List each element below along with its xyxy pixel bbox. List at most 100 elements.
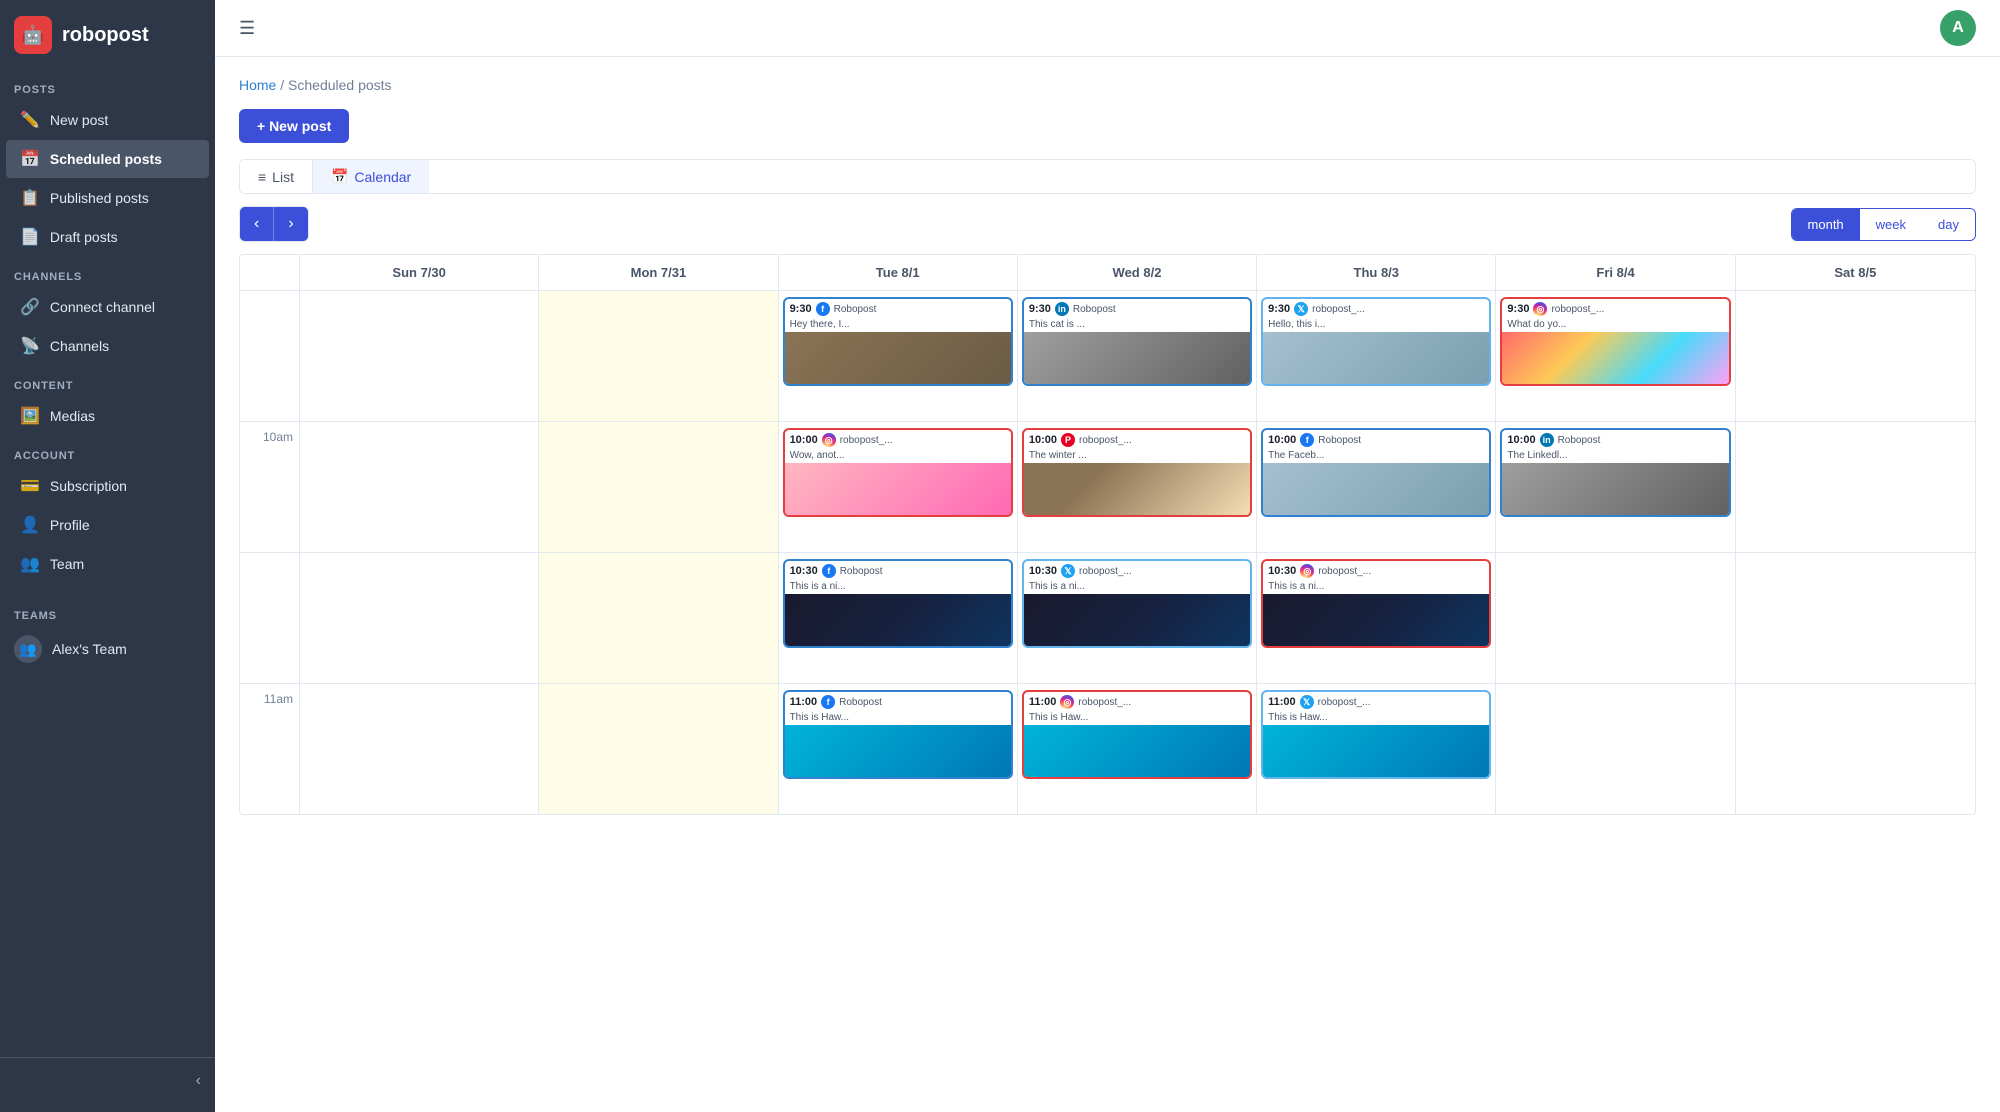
post-time: 10:00 <box>1507 434 1535 446</box>
sidebar: 🤖 robopost POSTS ✏️ New post 📅 Scheduled… <box>0 0 215 1112</box>
post-card[interactable]: 10:30 f Robopost This is a ni... <box>783 559 1013 648</box>
sidebar-item-draft-posts[interactable]: 📄 Draft posts <box>6 218 209 256</box>
calendar-grid: Sun 7/30 Mon 7/31 Tue 8/1 Wed 8/2 Thu 8/… <box>239 254 1976 815</box>
logo-text: robopost <box>62 24 149 47</box>
sidebar-item-team[interactable]: 👥 Team <box>6 545 209 583</box>
main-content: ☰ A Home / Scheduled posts + New post ≡ … <box>215 0 2000 1112</box>
breadcrumb-home[interactable]: Home <box>239 77 276 93</box>
week-view-button[interactable]: week <box>1860 209 1922 240</box>
post-card[interactable]: 9:30 f Robopost Hey there, I... <box>783 297 1013 386</box>
next-button[interactable]: › <box>274 207 307 241</box>
facebook-icon: f <box>821 695 835 709</box>
tue-930-cell: 9:30 f Robopost Hey there, I... <box>779 291 1018 421</box>
sidebar-item-subscription[interactable]: 💳 Subscription <box>6 467 209 505</box>
thu-930-cell: 9:30 𝕏 robopost_... Hello, this i... <box>1257 291 1496 421</box>
post-image <box>1263 463 1489 515</box>
post-header: 10:00 ◎ robopost_... <box>785 430 1011 450</box>
hamburger-icon[interactable]: ☰ <box>239 18 255 39</box>
prev-button[interactable]: ‹ <box>240 207 274 241</box>
post-card[interactable]: 11:00 f Robopost This is Haw... <box>783 690 1013 779</box>
time-930 <box>240 291 300 421</box>
nav-arrows: ‹ › <box>239 206 309 242</box>
sidebar-section-account: ACCOUNT 💳 Subscription 👤 Profile 👥 Team <box>0 436 215 584</box>
sidebar-item-alexs-team[interactable]: 👥 Alex's Team <box>0 626 215 672</box>
post-header: 11:00 𝕏 robopost_... <box>1263 692 1489 712</box>
sidebar-item-scheduled-posts[interactable]: 📅 Scheduled posts <box>6 140 209 178</box>
sun-10am-cell <box>300 422 539 552</box>
post-account: robopost_... <box>1079 566 1132 577</box>
post-header: 9:30 ◎ robopost_... <box>1502 299 1728 319</box>
post-card[interactable]: 10:00 in Robopost The Linkedl... <box>1500 428 1730 517</box>
post-header: 11:00 f Robopost <box>785 692 1011 712</box>
user-avatar[interactable]: A <box>1940 10 1976 46</box>
post-card[interactable]: 11:00 𝕏 robopost_... This is Haw... <box>1261 690 1491 779</box>
instagram-icon: ◎ <box>1060 695 1074 709</box>
month-view-button[interactable]: month <box>1792 209 1860 240</box>
post-text: The Faceb... <box>1263 450 1489 463</box>
post-time: 10:30 <box>1029 565 1057 577</box>
post-account: robopost_... <box>1079 435 1132 446</box>
tab-calendar[interactable]: 📅 Calendar <box>313 160 429 193</box>
post-image <box>785 332 1011 384</box>
twitter-icon: 𝕏 <box>1294 302 1308 316</box>
sun-header: Sun 7/30 <box>300 255 539 290</box>
sidebar-item-new-post[interactable]: ✏️ New post <box>6 101 209 139</box>
logo[interactable]: 🤖 robopost <box>0 0 215 70</box>
calendar-tab-label: Calendar <box>354 169 411 185</box>
facebook-icon: f <box>816 302 830 316</box>
post-image <box>1263 594 1489 646</box>
sidebar-item-published-posts[interactable]: 📋 Published posts <box>6 179 209 217</box>
section-channels-label: CHANNELS <box>0 257 215 287</box>
thu-1030-cell: 10:30 ◎ robopost_... This is a ni... <box>1257 553 1496 683</box>
post-account: robopost_... <box>1312 304 1365 315</box>
toolbar: + New post <box>239 109 1976 143</box>
sun-1030-cell <box>300 553 539 683</box>
new-post-button[interactable]: + New post <box>239 109 349 143</box>
mon-930-cell <box>539 291 778 421</box>
calendar-header: Sun 7/30 Mon 7/31 Tue 8/1 Wed 8/2 Thu 8/… <box>240 255 1975 291</box>
post-text: Wow, anot... <box>785 450 1011 463</box>
mon-10am-cell <box>539 422 778 552</box>
time-header <box>240 255 300 290</box>
post-time: 9:30 <box>1029 303 1051 315</box>
post-text: This is Haw... <box>785 712 1011 725</box>
post-card[interactable]: 10:00 ◎ robopost_... Wow, anot... <box>783 428 1013 517</box>
instagram-icon: ◎ <box>822 433 836 447</box>
pinterest-icon: P <box>1061 433 1075 447</box>
facebook-icon: f <box>822 564 836 578</box>
post-text: The winter ... <box>1024 450 1250 463</box>
post-card[interactable]: 10:30 𝕏 robopost_... This is a ni... <box>1022 559 1252 648</box>
post-text: This is a ni... <box>1024 581 1250 594</box>
draft-posts-icon: 📄 <box>20 227 40 247</box>
post-header: 10:30 f Robopost <box>785 561 1011 581</box>
post-card[interactable]: 9:30 ◎ robopost_... What do yo... <box>1500 297 1730 386</box>
post-account: Robopost <box>839 697 882 708</box>
sun-930-cell <box>300 291 539 421</box>
thu-11am-cell: 11:00 𝕏 robopost_... This is Haw... <box>1257 684 1496 814</box>
post-card[interactable]: 9:30 in Robopost This cat is ... <box>1022 297 1252 386</box>
post-card[interactable]: 10:00 P robopost_... The winter ... <box>1022 428 1252 517</box>
post-account: robopost_... <box>1318 566 1371 577</box>
calendar-row-1030: 10:30 f Robopost This is a ni... 10:30 𝕏 <box>240 553 1975 684</box>
sidebar-item-channels[interactable]: 📡 Channels <box>6 327 209 365</box>
post-card[interactable]: 11:00 ◎ robopost_... This is Haw... <box>1022 690 1252 779</box>
subscription-icon: 💳 <box>20 476 40 496</box>
fri-930-cell: 9:30 ◎ robopost_... What do yo... <box>1496 291 1735 421</box>
collapse-sidebar-button[interactable]: ‹ <box>0 1066 215 1096</box>
sidebar-section-channels: CHANNELS 🔗 Connect channel 📡 Channels <box>0 257 215 366</box>
post-time: 11:00 <box>1029 696 1057 708</box>
tab-list[interactable]: ≡ List <box>240 160 313 193</box>
sidebar-item-medias[interactable]: 🖼️ Medias <box>6 397 209 435</box>
calendar-row-930: 9:30 f Robopost Hey there, I... 9:30 in <box>240 291 1975 422</box>
post-card[interactable]: 9:30 𝕏 robopost_... Hello, this i... <box>1261 297 1491 386</box>
day-view-button[interactable]: day <box>1922 209 1975 240</box>
post-card[interactable]: 10:30 ◎ robopost_... This is a ni... <box>1261 559 1491 648</box>
post-header: 10:00 f Robopost <box>1263 430 1489 450</box>
team-name: Alex's Team <box>52 641 127 657</box>
sat-10am-cell <box>1736 422 1975 552</box>
scheduled-posts-icon: 📅 <box>20 149 40 169</box>
sidebar-item-profile[interactable]: 👤 Profile <box>6 506 209 544</box>
sidebar-item-connect-channel[interactable]: 🔗 Connect channel <box>6 288 209 326</box>
post-card[interactable]: 10:00 f Robopost The Faceb... <box>1261 428 1491 517</box>
new-post-icon: ✏️ <box>20 110 40 130</box>
